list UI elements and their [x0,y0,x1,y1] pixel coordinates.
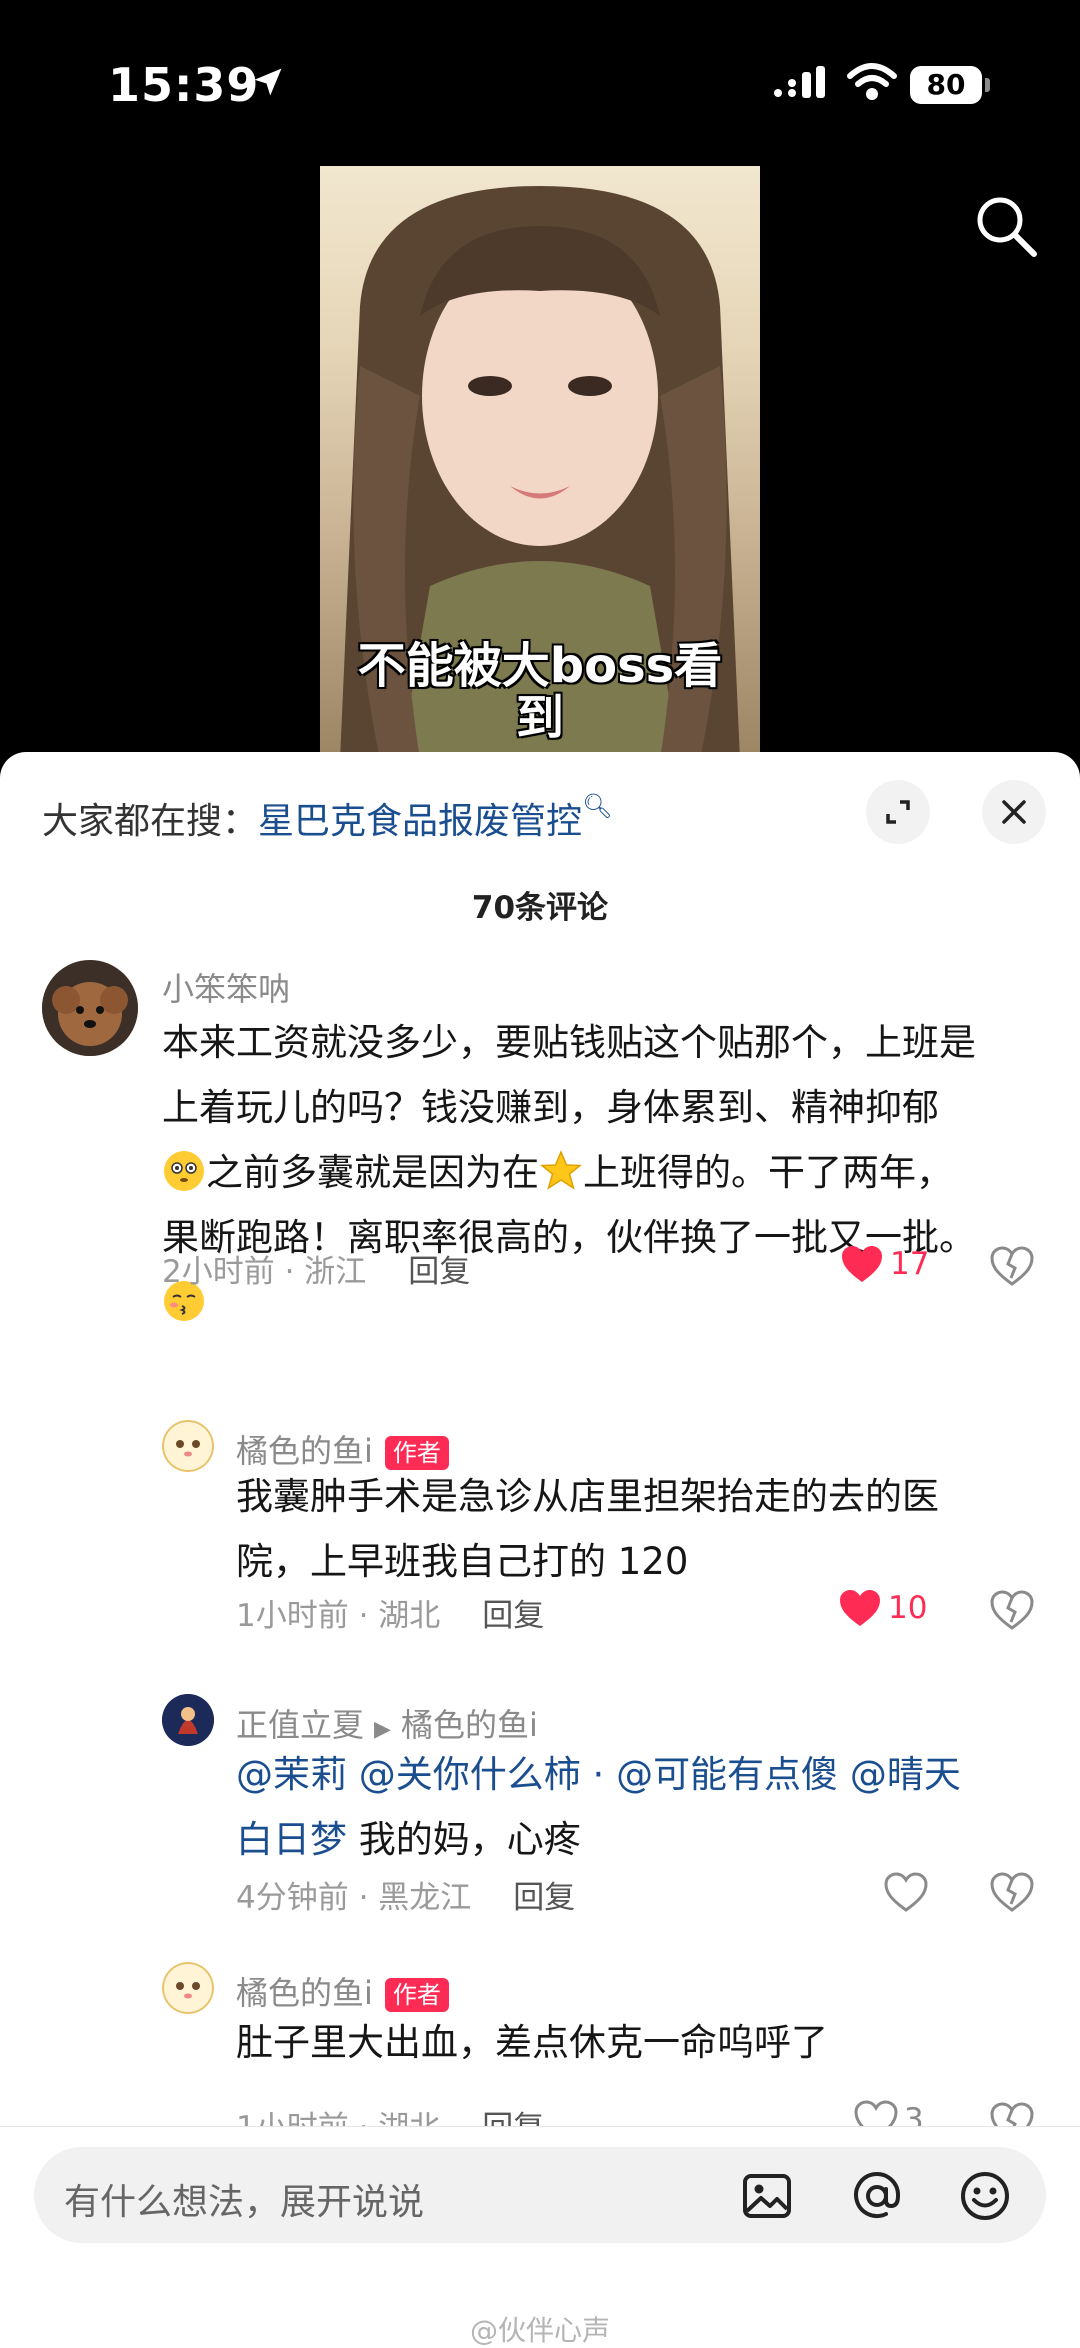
comment-text-line: 肚子里大出血，差点休克一命呜呼了 [236,2021,828,2064]
flushed-emoji-icon [164,1151,204,1191]
comment-meta: 1小时前 · 湖北 回复 [236,1590,544,1635]
video-caption-line: 到 [515,690,564,746]
mention-separator: · [592,1753,605,1796]
video-player[interactable]: 不能被大boss看 到 [320,166,760,760]
reply-item: 橘色的鱼i 作者 我囊肿手术是急诊从店里担架抬走的去的医 院，上早班我自己打的 1… [0,1420,1080,1660]
star-emoji-icon [539,1150,583,1190]
reply-button[interactable]: 回复 [513,1880,575,1916]
comment-text-line: 我囊肿手术是急诊从店里担架抬走的去的医 [236,1475,939,1518]
dislike-broken-heart-icon[interactable] [990,1590,1034,1630]
comment-text: 我囊肿手术是急诊从店里担架抬走的去的医 院，上早班我自己打的 120 [236,1464,1036,1594]
comment-item: 小笨笨呐 本来工资就没多少，要贴钱贴这个贴那个，上班是 上着玩儿的吗？钱没赚到，… [0,960,1080,1340]
cellular-signal-icon [774,66,825,98]
like-button[interactable]: 17 [840,1244,929,1284]
comment-text-line: 上着玩儿的吗？钱没赚到，身体累到、精神抑郁 [162,1086,939,1129]
dislike-broken-heart-icon[interactable] [990,1246,1034,1286]
reply-to-username: 橘色的鱼i [400,1706,538,1744]
watermark: @伙伴心声 [469,2314,610,2347]
hot-search-prefix: 大家都在搜： [42,801,259,842]
avatar[interactable] [162,1420,214,1472]
comment-input-bar: 有什么想法，展开说说 @伙伴心声 [0,2126,1080,2348]
mention-link[interactable]: @关你什么柿 [359,1753,581,1796]
reply-button[interactable]: 回复 [482,1598,544,1634]
comment-count: 70条评论 [471,890,609,926]
comment-username[interactable]: 橘色的鱼i 作者 [236,1968,449,2014]
battery-indicator: 80 [910,66,990,104]
comment-meta: 2小时前 · 浙江 回复 [162,1246,470,1291]
close-button[interactable] [982,780,1046,844]
comment-text-line: 本来工资就没多少，要贴钱贴这个贴那个，上班是 [162,1021,976,1064]
comment-text-span: 之前多囊就是因为在 [206,1151,539,1194]
comment-text: 肚子里大出血，差点休克一命呜呼了 [236,2010,1036,2075]
comment-username[interactable]: 正值立夏 ▶ 橘色的鱼i [236,1700,538,1746]
comment-text: @茉莉 @关你什么柿 · @可能有点傻 @晴天 白日梦 我的妈，心疼 [236,1742,1036,1872]
expand-button[interactable] [866,780,930,844]
comment-meta: 4分钟前 · 黑龙江 回复 [236,1872,575,1917]
mention-link[interactable]: @茉莉 [236,1753,347,1796]
mention-link[interactable]: 白日梦 [236,1818,347,1861]
comment-input[interactable]: 有什么想法，展开说说 [34,2147,1046,2243]
hot-search-row[interactable]: 大家都在搜：星巴克食品报废管控🔍︎ [42,792,613,844]
comment-time-location: 2小时前 · 浙江 [162,1254,367,1290]
mention-at-icon[interactable] [850,2169,904,2223]
heart-filled-icon [842,1246,882,1282]
comment-text-line: 院，上早班我自己打的 120 [236,1540,689,1583]
comment-sheet: 大家都在搜：星巴克食品报废管控🔍︎ 70条评论 小笨笨呐 本来工资就没多少，要贴… [0,752,1080,2348]
cartoon-avatar-icon [162,1420,214,1472]
video-caption-line: 不能被大boss看 [357,638,723,694]
search-icon[interactable] [972,192,1040,260]
status-bar: 15:39 80 [0,0,1080,170]
username-text: 正值立夏 [236,1706,365,1744]
reply-arrow-icon: ▶ [374,1717,391,1742]
mention-link[interactable]: @晴天 [850,1753,961,1796]
like-count: 17 [890,1246,930,1282]
like-count: 10 [888,1590,928,1626]
username-text: 橘色的鱼i [236,1974,373,2012]
comment-text-line: 白日梦 我的妈，心疼 [236,1807,1036,1872]
comment-input-placeholder: 有什么想法，展开说说 [64,2182,425,2223]
comment-time-location: 1小时前 · 湖北 [236,1598,441,1634]
search-small-icon: 🔍︎ [582,792,613,820]
comment-username[interactable]: 小笨笨呐 [162,964,290,1010]
reply-button[interactable]: 回复 [408,1254,470,1290]
comment-text-line: @茉莉 @关你什么柿 · @可能有点傻 @晴天 [236,1742,1036,1807]
avatar[interactable] [162,1694,214,1746]
mention-link[interactable]: @可能有点傻 [616,1753,838,1796]
author-badge: 作者 [384,1978,449,2012]
video-caption: 不能被大boss看 到 [320,640,760,744]
wifi-icon [847,63,897,100]
dog-avatar-icon [42,960,138,1056]
avatar[interactable] [162,1962,214,2014]
heart-filled-icon [840,1590,880,1626]
image-icon[interactable] [740,2169,794,2223]
close-icon [1002,800,1026,824]
reply-item: 正值立夏 ▶ 橘色的鱼i @茉莉 @关你什么柿 · @可能有点傻 @晴天 白日梦 我… [0,1694,1080,1944]
hot-search-link[interactable]: 星巴克食品报废管控 [258,801,582,842]
dislike-broken-heart-icon[interactable] [990,1872,1034,1912]
cartoon-avatar-icon [162,1694,214,1746]
comment-time-location: 4分钟前 · 黑龙江 [236,1880,472,1916]
avatar[interactable] [42,960,138,1056]
comment-text-span: 上班得的。干了两年， [583,1151,953,1194]
like-button[interactable]: 10 [838,1588,927,1628]
location-arrow-icon [254,68,282,96]
cartoon-avatar-icon [162,1962,214,2014]
status-time: 15:39 [108,58,260,112]
expand-icon [886,800,910,824]
comment-text-span: 我的妈，心疼 [347,1818,581,1861]
emoji-picker-icon[interactable] [958,2169,1012,2223]
comment-text-line: 之前多囊就是因为在 上班得的。干了两年， [162,1140,1042,1205]
heart-outline-icon[interactable] [884,1872,928,1912]
